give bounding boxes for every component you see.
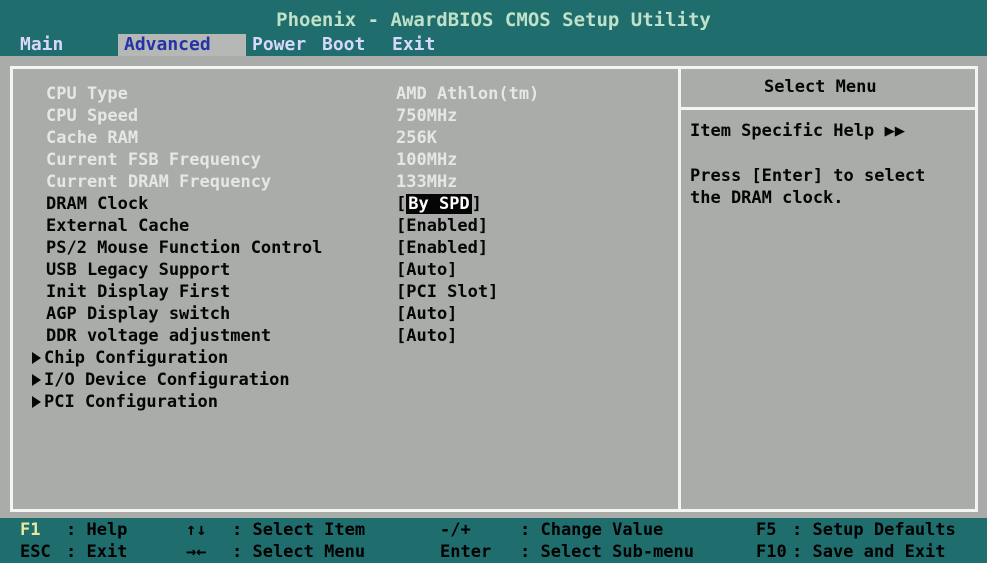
setting-label-init-display[interactable]: Init Display First bbox=[46, 281, 230, 303]
submenu-chip-configuration[interactable]: Chip Configuration bbox=[32, 347, 228, 369]
setting-value-fsb-frequency: 100MHz bbox=[396, 150, 458, 170]
help-line-2: the DRAM clock. bbox=[690, 188, 844, 208]
footer-text-select-item: : Select Item bbox=[232, 520, 366, 540]
menu-boot[interactable]: Boot bbox=[316, 34, 386, 56]
bracket-open: [ bbox=[396, 194, 407, 214]
submenu-arrow-icon bbox=[32, 396, 41, 408]
menu-advanced[interactable]: Advanced bbox=[118, 34, 246, 56]
app-title: Phoenix - AwardBIOS CMOS Setup Utility bbox=[276, 9, 711, 31]
setting-label-ddr-voltage[interactable]: DDR voltage adjustment bbox=[46, 325, 271, 347]
submenu-pci-configuration[interactable]: PCI Configuration bbox=[32, 391, 218, 413]
footer-text-help: : Help bbox=[66, 520, 128, 540]
panel-divider bbox=[678, 66, 681, 512]
submenu-arrow-icon bbox=[32, 352, 41, 364]
setting-label-dram-frequency: Current DRAM Frequency bbox=[46, 172, 272, 192]
help-item-specific: Item Specific Help ▶▶ bbox=[690, 121, 905, 141]
setting-value-dram-clock[interactable]: [By SPD] bbox=[396, 193, 482, 215]
footer-key-plusminus: -/+ bbox=[440, 520, 471, 540]
footer-key-f10: F10 bbox=[756, 542, 787, 562]
footer-key-esc: ESC bbox=[20, 542, 51, 562]
setting-value-cpu-type: AMD Athlon(tm) bbox=[396, 84, 540, 104]
footer-text-exit: : Exit bbox=[66, 542, 128, 562]
setting-label-cache-ram: Cache RAM bbox=[46, 128, 139, 148]
setting-value-init-display[interactable]: [PCI Slot] bbox=[396, 281, 498, 303]
footer-text-setup-defaults: : Setup Defaults bbox=[792, 520, 956, 540]
menu-power[interactable]: Power bbox=[246, 34, 316, 56]
setting-value-cache-ram: 256K bbox=[396, 128, 437, 148]
menu-exit[interactable]: Exit bbox=[386, 34, 476, 56]
submenu-io-device-configuration[interactable]: I/O Device Configuration bbox=[32, 369, 290, 391]
setting-label-external-cache[interactable]: External Cache bbox=[46, 215, 189, 237]
footer-text-save-exit: : Save and Exit bbox=[792, 542, 946, 562]
setting-label-usb-legacy[interactable]: USB Legacy Support bbox=[46, 259, 230, 281]
setting-value-dram-frequency: 133MHz bbox=[396, 172, 458, 192]
setting-value-external-cache[interactable]: [Enabled] bbox=[396, 215, 488, 237]
submenu-label: Chip Configuration bbox=[44, 348, 229, 368]
footer-key-f5: F5 bbox=[756, 520, 777, 540]
submenu-arrow-icon bbox=[32, 374, 41, 386]
footer-text-select-submenu: : Select Sub-menu bbox=[520, 542, 694, 562]
setting-label-ps2-mouse[interactable]: PS/2 Mouse Function Control bbox=[46, 237, 322, 259]
footer-text-change-value: : Change Value bbox=[520, 520, 664, 540]
setting-label-cpu-type: CPU Type bbox=[46, 84, 128, 104]
submenu-label: PCI Configuration bbox=[44, 392, 218, 412]
setting-label-cpu-speed: CPU Speed bbox=[46, 106, 139, 126]
setting-label-fsb-frequency: Current FSB Frequency bbox=[46, 150, 261, 170]
footer-key-f1: F1 bbox=[20, 520, 41, 540]
setting-value-agp-display[interactable]: [Auto] bbox=[396, 303, 457, 325]
help-line-1: Press [Enter] to select bbox=[690, 166, 926, 186]
help-header: Select Menu bbox=[764, 77, 877, 97]
setting-value-cpu-speed: 750MHz bbox=[396, 106, 458, 126]
menu-main[interactable]: Main bbox=[14, 34, 118, 56]
submenu-label: I/O Device Configuration bbox=[44, 370, 290, 390]
setting-value-usb-legacy[interactable]: [Auto] bbox=[396, 259, 457, 281]
bracket-close: ] bbox=[471, 194, 482, 214]
footer-key-updown: ↑↓ bbox=[186, 520, 207, 540]
selected-value[interactable]: By SPD bbox=[406, 194, 472, 214]
setting-value-ps2-mouse[interactable]: [Enabled] bbox=[396, 237, 488, 259]
footer-key-enter: Enter bbox=[440, 542, 492, 562]
help-separator bbox=[681, 107, 978, 110]
setting-value-ddr-voltage[interactable]: [Auto] bbox=[396, 325, 457, 347]
footer-text-select-menu: : Select Menu bbox=[232, 542, 366, 562]
setting-label-agp-display[interactable]: AGP Display switch bbox=[46, 303, 230, 325]
footer-key-leftright: →← bbox=[186, 542, 207, 562]
setting-label-dram-clock[interactable]: DRAM Clock bbox=[46, 193, 148, 215]
